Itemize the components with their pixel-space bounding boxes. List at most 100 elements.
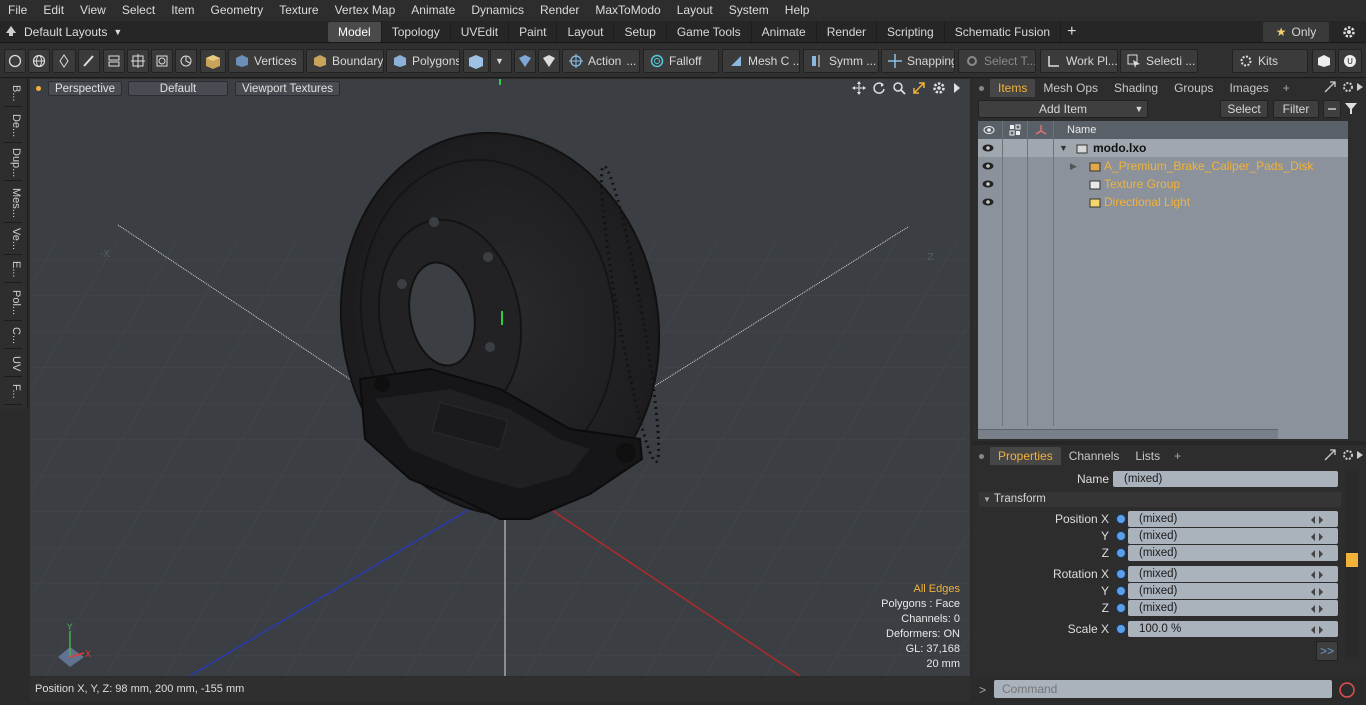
menu-view[interactable]: View — [72, 0, 114, 21]
tab-images[interactable]: Images — [1221, 79, 1276, 97]
left-tab-7[interactable]: C... — [4, 323, 22, 349]
grid-button[interactable] — [127, 49, 149, 73]
tab-lists[interactable]: Lists — [1127, 447, 1168, 465]
tab-topology[interactable]: Topology — [382, 22, 451, 42]
menu-render[interactable]: Render — [532, 0, 587, 21]
keyframe-dot-icon[interactable] — [1116, 569, 1126, 579]
gear-icon[interactable] — [1338, 22, 1360, 42]
slider-arrows-icon[interactable] — [1310, 548, 1324, 562]
property-field[interactable]: (mixed) — [1128, 600, 1338, 616]
slider-arrows-icon[interactable] — [1310, 569, 1324, 583]
menu-animate[interactable]: Animate — [403, 0, 463, 21]
left-tab-8[interactable]: UV — [4, 351, 22, 377]
list-hscrollbar[interactable] — [978, 429, 1278, 439]
symmetry-button[interactable]: Symm ... — [803, 49, 879, 73]
menu-layout[interactable]: Layout — [669, 0, 721, 21]
left-tab-1[interactable]: De... — [4, 109, 22, 143]
menu-vertex-map[interactable]: Vertex Map — [327, 0, 404, 21]
property-field[interactable]: (mixed) — [1128, 583, 1338, 599]
panel-menu-dot[interactable] — [979, 85, 984, 91]
left-tab-9[interactable]: F... — [4, 379, 22, 405]
item-row[interactable]: Texture Group — [978, 175, 1348, 193]
slider-arrows-icon[interactable] — [1310, 514, 1324, 528]
tab-paint[interactable]: Paint — [509, 22, 558, 42]
keyframe-dot-icon[interactable] — [1116, 531, 1126, 541]
viewport-3d[interactable]: -X Z Y X Perspective Default Viewport Te… — [30, 79, 970, 676]
slider-arrows-icon[interactable] — [1310, 624, 1324, 638]
mode-dropdown[interactable]: ▼ — [490, 49, 512, 73]
globe-button[interactable] — [28, 49, 50, 73]
name-field[interactable]: (mixed) — [1113, 471, 1338, 487]
snapping-button[interactable]: Snapping — [881, 49, 955, 73]
only-button[interactable]: ★ Only — [1263, 22, 1329, 42]
tab-items[interactable]: Items — [990, 79, 1036, 97]
left-tab-4[interactable]: Ve... — [4, 225, 22, 255]
more-button[interactable]: >> — [1316, 641, 1338, 661]
add-tab-icon[interactable]: + — [1168, 449, 1187, 463]
settings-icon[interactable] — [932, 81, 946, 98]
box-select-button[interactable] — [151, 49, 173, 73]
menu-geometry[interactable]: Geometry — [203, 0, 272, 21]
maximize-icon[interactable] — [912, 81, 926, 98]
layouts-dropdown[interactable]: Default Layouts ▼ — [4, 23, 122, 41]
keyframe-dot-icon[interactable] — [1116, 548, 1126, 558]
expand-icon[interactable] — [1324, 449, 1336, 464]
pen-button[interactable] — [52, 49, 76, 73]
property-field[interactable]: 100.0 % — [1128, 621, 1338, 637]
menu-texture[interactable]: Texture — [271, 0, 326, 21]
tab-channels[interactable]: Channels — [1061, 447, 1128, 465]
menu-help[interactable]: Help — [777, 0, 818, 21]
tab-properties[interactable]: Properties — [990, 447, 1061, 465]
property-field[interactable]: (mixed) — [1128, 566, 1338, 582]
shading-dropdown[interactable]: Default — [128, 81, 228, 96]
slider-arrows-icon[interactable] — [1310, 586, 1324, 600]
tab-uvedit[interactable]: UVEdit — [451, 22, 510, 42]
panel-arrow-icon[interactable] — [1356, 449, 1364, 464]
menu-maxtomodo[interactable]: MaxToModo — [587, 0, 668, 21]
filter-button[interactable]: Filter — [1273, 100, 1319, 118]
funnel-icon[interactable] — [1343, 100, 1361, 118]
tab-game-tools[interactable]: Game Tools — [667, 22, 752, 42]
keyframe-dot-icon[interactable] — [1116, 624, 1126, 634]
lasso-button[interactable] — [175, 49, 197, 73]
left-tab-0[interactable]: B... — [4, 81, 22, 107]
left-tab-2[interactable]: Dup... — [4, 145, 22, 181]
select-through-button[interactable]: Select T... — [958, 49, 1036, 73]
rotate-view-icon[interactable] — [872, 81, 886, 98]
tab-model[interactable]: Model — [328, 22, 382, 42]
menu-edit[interactable]: Edit — [35, 0, 72, 21]
collapse-icon[interactable] — [1323, 100, 1341, 118]
expand-arrow-icon[interactable]: ▶ — [1070, 157, 1077, 175]
tab-setup[interactable]: Setup — [614, 22, 667, 42]
add-tab-icon[interactable]: + — [1061, 22, 1082, 42]
visibility-eye-icon[interactable] — [981, 195, 995, 209]
tab-mesh-ops[interactable]: Mesh Ops — [1035, 79, 1106, 97]
panel-gear-icon[interactable] — [1342, 449, 1354, 464]
falloff-button[interactable]: Falloff — [643, 49, 719, 73]
tab-layout[interactable]: Layout — [557, 22, 615, 42]
mesh-constraint-button[interactable]: Mesh C ... — [722, 49, 800, 73]
work-plane-button[interactable]: Work Pl... — [1040, 49, 1118, 73]
left-tab-6[interactable]: Pol... — [4, 285, 22, 321]
selection-sets-button[interactable]: Selecti ... — [1120, 49, 1198, 73]
add-item-button[interactable]: Add Item — [978, 100, 1148, 118]
property-field[interactable]: (mixed) — [1128, 528, 1338, 544]
loop-button[interactable] — [103, 49, 125, 73]
tab-shading[interactable]: Shading — [1106, 79, 1166, 97]
item-mode-button[interactable] — [200, 49, 226, 73]
menu-item[interactable]: Item — [163, 0, 202, 21]
left-tab-5[interactable]: E... — [4, 257, 22, 283]
keyframe-dot-icon[interactable] — [1116, 603, 1126, 613]
keyframe-dot-icon[interactable] — [1116, 514, 1126, 524]
expand-arrow-icon[interactable]: ▼ — [1059, 139, 1068, 157]
menu-file[interactable]: File — [0, 0, 35, 21]
symmetry-toggle-a[interactable] — [514, 49, 536, 73]
brush-button[interactable] — [78, 49, 100, 73]
tab-animate[interactable]: Animate — [752, 22, 817, 42]
perspective-dropdown[interactable]: Perspective — [48, 81, 122, 96]
tab-schematic-fusion[interactable]: Schematic Fusion — [945, 22, 1062, 42]
visibility-eye-icon[interactable] — [981, 177, 995, 191]
kits-button[interactable]: Kits — [1232, 49, 1308, 73]
menu-dynamics[interactable]: Dynamics — [463, 0, 532, 21]
item-row[interactable]: ▼ modo.lxo — [978, 139, 1348, 157]
